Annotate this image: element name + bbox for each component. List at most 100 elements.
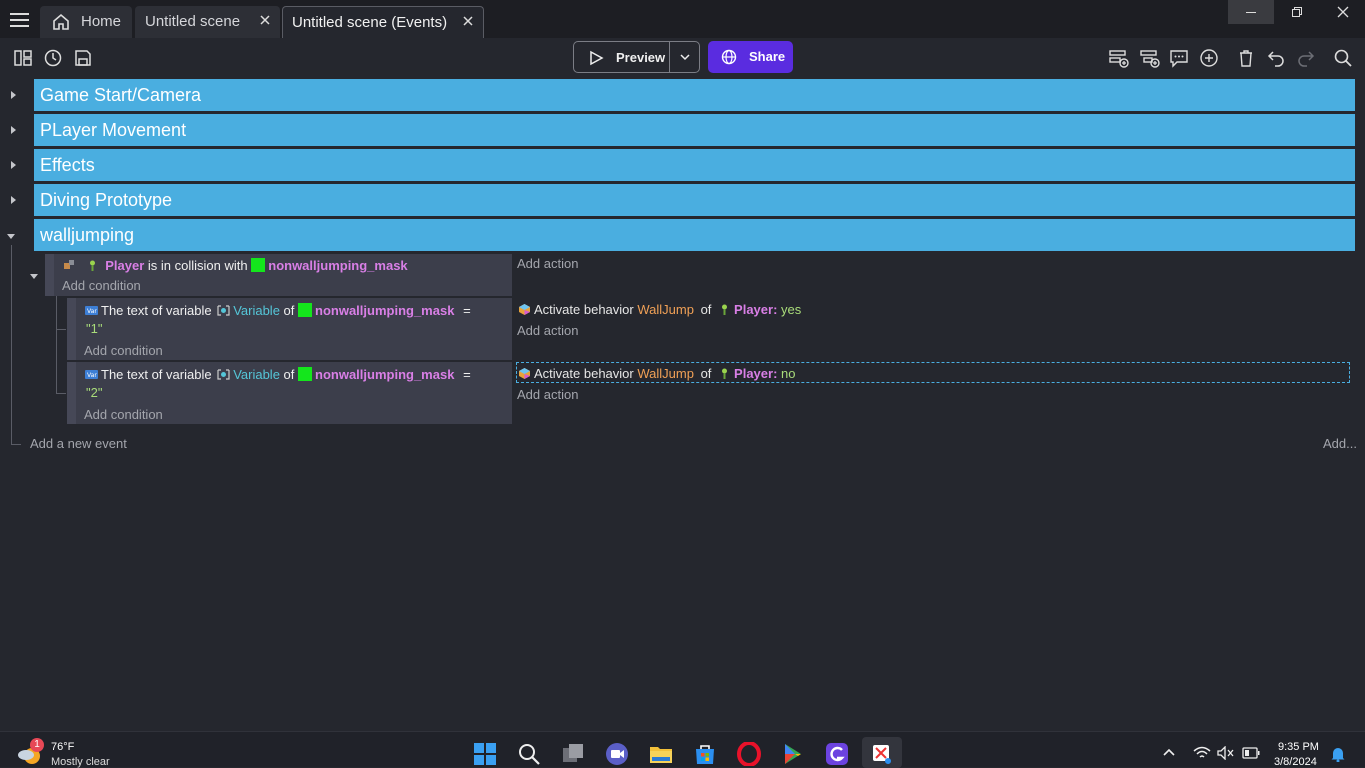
- tab-home[interactable]: Home: [40, 6, 132, 38]
- behavior-name: WallJump: [637, 366, 694, 381]
- add-more-link[interactable]: Add...: [1323, 436, 1357, 451]
- expand-arrow-icon[interactable]: [9, 90, 19, 100]
- chevron-up-icon[interactable]: [1162, 747, 1176, 757]
- event-drag-handle[interactable]: [67, 298, 76, 360]
- action-activate-behavior[interactable]: Activate behavior WallJump of Player: no: [518, 366, 796, 381]
- condition-collision[interactable]: Player is in collision with nonwalljumpi…: [63, 258, 408, 273]
- condition-variable-text[interactable]: Var The text of variable Variable of nonw…: [85, 367, 471, 382]
- add-action-link[interactable]: Add action: [517, 323, 578, 338]
- add-circle-icon[interactable]: [1198, 47, 1220, 69]
- collapse-arrow-icon[interactable]: [29, 272, 39, 282]
- add-event-icon[interactable]: [1108, 47, 1130, 69]
- event-conditions[interactable]: Var The text of variable Variable of nonw…: [76, 362, 512, 424]
- behavior-icon: [518, 303, 531, 316]
- add-condition-link[interactable]: Add condition: [84, 407, 163, 422]
- event-drag-handle[interactable]: [45, 254, 54, 296]
- mask-object-icon: [298, 367, 313, 381]
- store-icon[interactable]: [693, 742, 717, 766]
- task-view-icon[interactable]: [561, 742, 585, 766]
- hamburger-menu-icon[interactable]: [10, 12, 30, 28]
- redo-icon[interactable]: [1295, 47, 1317, 69]
- tab-label: Untitled scene: [145, 13, 241, 30]
- play-store-icon[interactable]: [781, 742, 805, 766]
- battery-icon[interactable]: [1242, 747, 1260, 759]
- group-walljumping[interactable]: walljumping: [34, 219, 1355, 251]
- clock-time[interactable]: 9:35 PM: [1278, 741, 1319, 753]
- preview-button[interactable]: Preview: [573, 41, 669, 73]
- condition-variable-text[interactable]: Var The text of variable Variable of nonw…: [85, 303, 471, 318]
- weather-temp: 76°F: [51, 741, 75, 753]
- of-text: of: [700, 366, 712, 381]
- player-object-icon: [718, 367, 731, 380]
- tree-line: [11, 444, 21, 445]
- expand-arrow-icon[interactable]: [9, 195, 19, 205]
- equals-operator: =: [463, 367, 471, 382]
- gdevelop-icon[interactable]: [825, 742, 849, 766]
- close-icon[interactable]: [461, 14, 475, 28]
- minimize-button[interactable]: [1228, 0, 1274, 24]
- tree-line: [56, 393, 66, 394]
- weather-badge: 1: [30, 738, 44, 752]
- delete-icon[interactable]: [1235, 47, 1257, 69]
- group-game-start-camera[interactable]: Game Start/Camera: [34, 79, 1355, 111]
- add-condition-link[interactable]: Add condition: [84, 343, 163, 358]
- event-conditions[interactable]: Player is in collision with nonwalljumpi…: [54, 254, 512, 296]
- clock-date[interactable]: 3/8/2024: [1274, 756, 1317, 768]
- group-label: Diving Prototype: [40, 189, 173, 210]
- event-drag-handle[interactable]: [67, 362, 76, 424]
- wifi-icon[interactable]: [1193, 746, 1211, 760]
- add-comment-icon[interactable]: [1168, 47, 1190, 69]
- panels-icon[interactable]: [12, 47, 34, 69]
- notification-bell-icon[interactable]: [1330, 746, 1346, 762]
- group-effects[interactable]: Effects: [34, 149, 1355, 181]
- player-object-icon: [86, 259, 99, 272]
- object-name: Player:: [734, 366, 778, 381]
- undo-icon[interactable]: [1265, 47, 1287, 69]
- mask-object-icon: [251, 258, 266, 272]
- variable-icon: [217, 304, 230, 317]
- tab-label: Home: [81, 13, 122, 30]
- condition-text: is in collision with: [147, 258, 248, 273]
- restore-button[interactable]: [1274, 0, 1320, 24]
- history-icon[interactable]: [42, 47, 64, 69]
- add-condition-link[interactable]: Add condition: [62, 278, 141, 293]
- text-variable-icon: Var: [85, 368, 98, 381]
- close-window-button[interactable]: [1320, 0, 1365, 24]
- title-bar: Home Untitled scene Untitled scene (Even…: [0, 0, 1365, 38]
- group-label: Game Start/Camera: [40, 84, 202, 105]
- preview-dropdown-button[interactable]: [669, 41, 700, 73]
- taskbar-search-icon[interactable]: [517, 742, 541, 766]
- player-object-icon: [718, 303, 731, 316]
- snipping-tool-icon[interactable]: [870, 742, 894, 766]
- add-new-event-link[interactable]: Add a new event: [30, 436, 127, 451]
- variable-name: Variable: [233, 367, 280, 382]
- opera-icon[interactable]: [737, 742, 761, 766]
- add-action-link[interactable]: Add action: [517, 256, 578, 271]
- event-conditions[interactable]: Var The text of variable Variable of nonw…: [76, 298, 512, 360]
- save-icon[interactable]: [72, 47, 94, 69]
- share-button[interactable]: Share: [708, 41, 793, 73]
- behavior-name: WallJump: [637, 302, 694, 317]
- action-text: Activate behavior: [534, 366, 634, 381]
- mask-object-icon: [298, 303, 313, 317]
- action-activate-behavior[interactable]: Activate behavior WallJump of Player: ye…: [518, 302, 801, 317]
- expand-arrow-icon[interactable]: [9, 160, 19, 170]
- tab-untitled-scene[interactable]: Untitled scene: [135, 6, 280, 38]
- expand-arrow-icon[interactable]: [9, 125, 19, 135]
- equals-operator: =: [463, 303, 471, 318]
- meet-icon[interactable]: [605, 742, 629, 766]
- add-action-link[interactable]: Add action: [517, 387, 578, 402]
- search-icon[interactable]: [1332, 47, 1354, 69]
- variable-name: Variable: [233, 303, 280, 318]
- group-diving-prototype[interactable]: Diving Prototype: [34, 184, 1355, 216]
- add-subevent-icon[interactable]: [1139, 47, 1161, 69]
- tab-untitled-scene-events[interactable]: Untitled scene (Events): [282, 6, 484, 38]
- of-text: of: [283, 303, 295, 318]
- text-variable-icon: Var: [85, 304, 98, 317]
- file-explorer-icon[interactable]: [649, 742, 673, 766]
- collapse-arrow-icon[interactable]: [6, 232, 16, 242]
- close-icon[interactable]: [258, 13, 272, 27]
- volume-muted-icon[interactable]: [1217, 746, 1235, 760]
- group-player-movement[interactable]: PLayer Movement: [34, 114, 1355, 146]
- windows-start-icon[interactable]: [473, 742, 497, 766]
